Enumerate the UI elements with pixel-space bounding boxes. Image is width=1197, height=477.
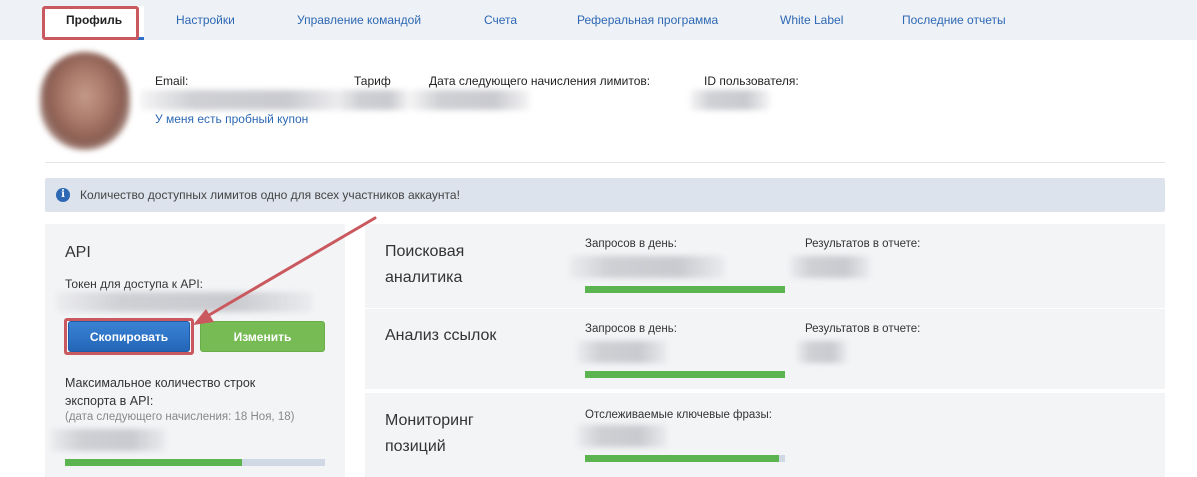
requests-per-day-value-redacted — [570, 256, 725, 278]
tracked-keywords-label: Отслеживаемые ключевые фразы: — [585, 409, 772, 421]
tab-white-label[interactable]: White Label — [780, 0, 843, 40]
divider — [45, 162, 1165, 163]
api-max-rows-label: Максимальное количество строк экспорта в… — [65, 376, 256, 408]
notice-text: Количество доступных лимитов одно для вс… — [80, 188, 460, 202]
stat-usage-bar-fill — [585, 286, 785, 293]
stat-usage-bar — [585, 286, 785, 293]
stat-usage-bar-fill — [585, 455, 779, 462]
user-id-label: ID пользователя: — [704, 74, 799, 88]
tab-team-management[interactable]: Управление командой — [297, 0, 421, 40]
plan-value-redacted — [340, 90, 410, 110]
stat-row-search-analytics: Поисковая аналитика Запросов в день: Рез… — [365, 224, 1165, 308]
tracked-keywords-value-redacted — [577, 425, 667, 447]
api-token-value-redacted[interactable] — [57, 292, 312, 312]
stat-title: Мониторинг позиций — [385, 412, 474, 455]
api-next-charge-date: (дата следующего начисления: 18 Ноя, 18) — [65, 411, 295, 423]
tab-billing[interactable]: Счета — [484, 0, 517, 40]
results-in-report-value-redacted — [797, 341, 847, 363]
trial-coupon-link[interactable]: У меня есть пробный купон — [155, 112, 308, 126]
api-panel: API Токен для доступа к API: Скопировать… — [45, 224, 345, 477]
next-charge-value-redacted — [410, 90, 530, 110]
tab-settings[interactable]: Настройки — [176, 0, 235, 40]
stat-title: Поисковая аналитика — [385, 243, 465, 286]
user-id-value-redacted — [690, 90, 770, 110]
stat-row-link-analysis: Анализ ссылок Запросов в день: Результат… — [365, 309, 1165, 389]
requests-per-day-label: Запросов в день: — [585, 238, 677, 250]
tab-referral-program[interactable]: Реферальная программа — [577, 0, 718, 40]
email-value-redacted — [140, 90, 350, 110]
info-icon: i — [56, 188, 70, 202]
change-token-button[interactable]: Изменить — [200, 321, 325, 352]
avatar — [40, 52, 130, 150]
api-usage-bar-fill — [65, 459, 242, 466]
api-max-rows-value-redacted — [51, 429, 166, 451]
stat-row-position-monitoring: Мониторинг позиций Отслеживаемые ключевы… — [365, 393, 1165, 477]
next-charge-label: Дата следующего начисления лимитов: — [429, 74, 651, 88]
stat-usage-bar-fill — [585, 371, 785, 378]
results-in-report-label: Результатов в отчете: — [805, 238, 921, 250]
api-token-label: Токен для доступа к API: — [65, 277, 203, 291]
tab-bar: Профиль Настройки Управление командой Сч… — [0, 0, 1197, 40]
requests-per-day-label: Запросов в день: — [585, 323, 677, 335]
api-usage-bar — [65, 459, 325, 466]
stat-usage-bar — [585, 455, 785, 462]
plan-label: Тариф — [354, 74, 391, 88]
results-in-report-value-redacted — [790, 256, 870, 278]
stat-title: Анализ ссылок — [385, 327, 497, 344]
info-notice: i Количество доступных лимитов одно для … — [45, 178, 1165, 212]
email-label: Email: — [155, 74, 189, 88]
api-title: API — [65, 244, 91, 261]
stat-usage-bar — [585, 371, 785, 378]
requests-per-day-value-redacted — [577, 341, 667, 363]
copy-token-button[interactable]: Скопировать — [68, 321, 190, 352]
results-in-report-label: Результатов в отчете: — [805, 323, 921, 335]
tab-profile[interactable]: Профиль — [44, 6, 145, 40]
tab-recent-reports[interactable]: Последние отчеты — [902, 0, 1006, 40]
